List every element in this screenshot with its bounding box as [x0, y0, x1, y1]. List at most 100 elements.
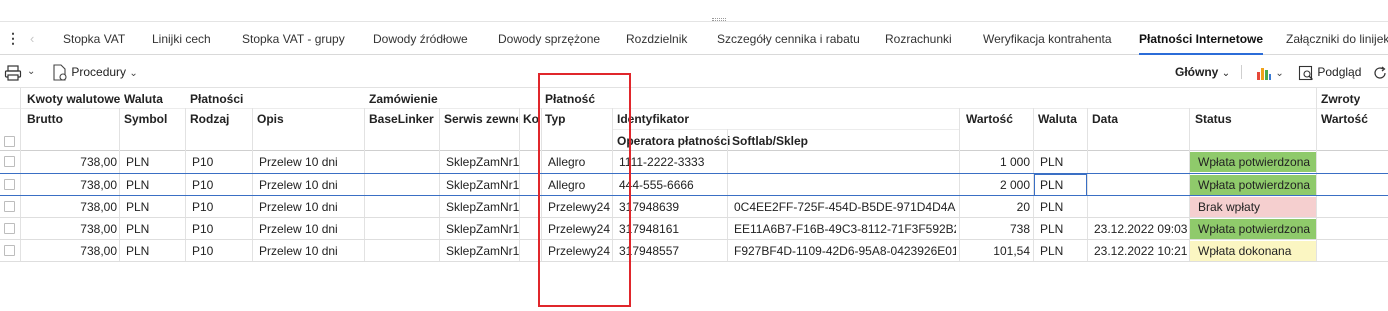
cell-rodzaj: P10 — [192, 244, 214, 258]
chart-button[interactable]: ⌄ — [1256, 62, 1284, 82]
preview-button[interactable]: Podgląd — [1298, 62, 1361, 82]
top-strip — [0, 0, 1388, 22]
row-checkbox[interactable] — [4, 201, 15, 212]
refresh-icon — [1374, 66, 1386, 79]
cell-wartosc: 738 — [1009, 222, 1030, 236]
cell-symbol: PLN — [126, 178, 150, 192]
column-brutto[interactable]: Brutto — [27, 112, 63, 126]
tab-platnosci-internetowe[interactable]: Płatności Internetowe — [1139, 23, 1264, 55]
printer-icon — [4, 65, 22, 81]
header-platnosci: Płatności — [190, 92, 244, 106]
cell-brutto: 738,00 — [80, 244, 117, 258]
cell-brutto: 738,00 — [80, 200, 117, 214]
cell-symbol: PLN — [126, 155, 150, 169]
tab-stopka-vat[interactable]: Stopka VAT — [63, 23, 125, 55]
cell-rodzaj: P10 — [192, 222, 214, 236]
cell-symbol: PLN — [126, 222, 150, 236]
tab-szczegoly-cennika[interactable]: Szczegóły cennika i rabatu — [717, 23, 860, 55]
cell-opis: Przelew 10 dni — [259, 244, 338, 258]
cell-data: 23.12.2022 09:03 — [1094, 222, 1188, 236]
procedures-button[interactable]: Procedury ⌄ — [52, 62, 138, 82]
cell-opis: Przelew 10 dni — [259, 200, 338, 214]
chevron-down-icon: ⌄ — [1275, 68, 1284, 79]
tab-weryfikacja-kontrahenta[interactable]: Weryfikacja kontrahenta — [983, 23, 1112, 55]
cell-opis: Przelew 10 dni — [259, 222, 338, 236]
cell-softlab: F927BF4D-1109-42D6-95A8-0423926E01B8 — [734, 244, 956, 258]
column-softlab-sklep[interactable]: Softlab/Sklep — [732, 134, 808, 148]
cell-waluta-focused[interactable]: PLN — [1034, 174, 1087, 196]
preview-icon — [1298, 65, 1313, 80]
cell-wartosc: 2 000 — [999, 178, 1030, 192]
status-badge: Wpłata potwierdzona — [1190, 219, 1316, 239]
cell-symbol: PLN — [126, 244, 150, 258]
tab-bar: ⋮ ‹ Stopka VAT Linijki cech Stopka VAT -… — [0, 23, 1388, 55]
cell-softlab: 0C4EE2FF-725F-454D-B5DE-971D4D4AC38F — [734, 200, 956, 214]
status-badge: Brak wpłaty — [1190, 197, 1316, 217]
cell-serwis: SklepZamNr1 — [446, 155, 520, 169]
column-rodzaj[interactable]: Rodzaj — [190, 112, 229, 126]
header-waluta-group: Waluta — [124, 92, 163, 106]
column-zwroty-wartosc[interactable]: Wartość — [1321, 112, 1368, 126]
row-divider — [0, 261, 1388, 262]
row-checkbox[interactable] — [4, 245, 15, 256]
tab-zalaczniki-do-linijek[interactable]: Załączniki do linijek — [1286, 23, 1388, 55]
more-vertical-icon[interactable]: ⋮ — [6, 31, 20, 47]
table-row[interactable]: 738,00 PLN P10 Przelew 10 dni SklepZamNr… — [0, 240, 1388, 262]
column-status[interactable]: Status — [1195, 112, 1232, 126]
procedures-label: Procedury — [71, 65, 127, 79]
refresh-button[interactable] — [1372, 62, 1388, 82]
cell-waluta: PLN — [1040, 244, 1064, 258]
cell-waluta: PLN — [1040, 155, 1064, 169]
toolbar: ⌄ Procedury ⌄ Główny ⌄ ⌄ Podgląd — [0, 56, 1388, 88]
print-dropdown-chevron-icon[interactable]: ⌄ — [27, 62, 35, 82]
bar-chart-icon — [1257, 67, 1271, 80]
chevron-down-icon: ⌄ — [1221, 68, 1231, 79]
cell-brutto: 738,00 — [80, 178, 117, 192]
column-operatora-platnosci[interactable]: Operatora płatności — [617, 134, 730, 148]
status-badge: Wpłata potwierdzona — [1190, 175, 1316, 195]
row-checkbox[interactable] — [4, 223, 15, 234]
header-zamowienie: Zamówienie — [369, 92, 438, 106]
cell-serwis: SklepZamNr1 — [446, 244, 520, 258]
table-row[interactable]: 738,00 PLN P10 Przelew 10 dni SklepZamNr… — [0, 218, 1388, 240]
cell-symbol: PLN — [126, 200, 150, 214]
column-opis[interactable]: Opis — [257, 112, 284, 126]
selected-row-top-border — [0, 173, 1388, 174]
cell-serwis: SklepZamNr1 — [446, 178, 520, 192]
column-data[interactable]: Data — [1092, 112, 1118, 126]
cell-serwis: SklepZamNr1 — [446, 200, 520, 214]
drag-grip-icon[interactable] — [712, 18, 726, 21]
preview-label: Podgląd — [1317, 65, 1362, 79]
view-selector[interactable]: Główny ⌄ — [1175, 62, 1230, 82]
table-row-selected[interactable]: 738,00 PLN P10 Przelew 10 dni SklepZamNr… — [0, 174, 1388, 196]
chevron-left-icon[interactable]: ‹ — [30, 31, 34, 46]
cell-operatora: 1111-2222-3333 — [619, 155, 705, 169]
cell-serwis: SklepZamNr1 — [446, 222, 520, 236]
highlight-annotation-box — [538, 73, 631, 307]
tab-linijki-cech[interactable]: Linijki cech — [152, 23, 211, 55]
tab-rozdzielnik[interactable]: Rozdzielnik — [626, 23, 687, 55]
cell-rodzaj: P10 — [192, 200, 214, 214]
row-checkbox[interactable] — [4, 179, 15, 190]
tab-dowody-zrodlowe[interactable]: Dowody źródłowe — [373, 23, 468, 55]
column-serwis-zewnetrzny[interactable]: Serwis zewnętrzny — [444, 112, 518, 126]
tab-stopka-vat-grupy[interactable]: Stopka VAT - grupy — [242, 23, 345, 55]
table-row[interactable]: 738,00 PLN P10 Przelew 10 dni SklepZamNr… — [0, 196, 1388, 218]
cell-waluta: PLN — [1040, 222, 1064, 236]
select-all-checkbox[interactable] — [4, 136, 15, 147]
table-row[interactable]: 738,00 PLN P10 Przelew 10 dni SklepZamNr… — [0, 151, 1388, 173]
header-kwoty-walutowe: Kwoty walutowe — [27, 92, 121, 106]
tab-dowody-sprzezone[interactable]: Dowody sprzężone — [498, 23, 600, 55]
cell-wartosc: 101,54 — [993, 244, 1030, 258]
chevron-down-icon: ⌄ — [129, 68, 138, 79]
column-baselinker[interactable]: BaseLinker — [369, 112, 434, 126]
cell-softlab — [734, 174, 956, 196]
column-wartosc[interactable]: Wartość — [966, 112, 1013, 126]
print-button[interactable] — [4, 62, 22, 82]
row-checkbox[interactable] — [4, 156, 15, 167]
column-symbol[interactable]: Symbol — [124, 112, 167, 126]
cell-softlab: EE11A6B7-F16B-49C3-8112-71F3F592B2BC — [734, 222, 956, 236]
column-waluta[interactable]: Waluta — [1038, 112, 1077, 126]
cell-data: 23.12.2022 10:21 — [1094, 244, 1188, 258]
tab-rozrachunki[interactable]: Rozrachunki — [885, 23, 952, 55]
